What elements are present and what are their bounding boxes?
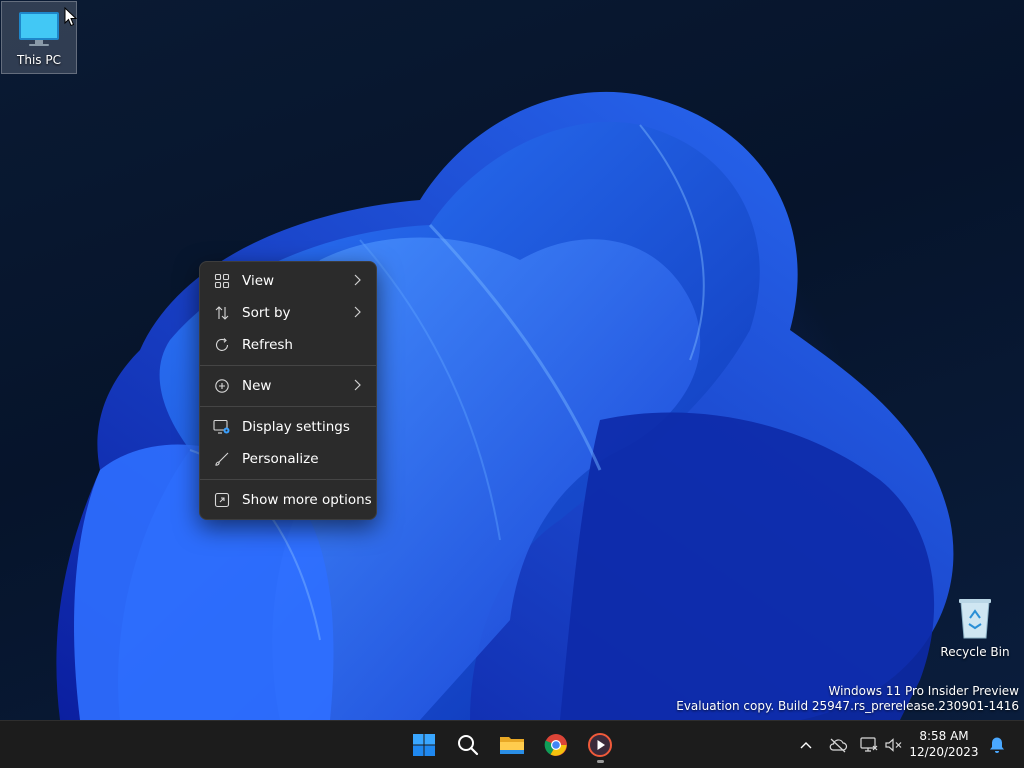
evaluation-watermark: Windows 11 Pro Insider Preview Evaluatio… — [676, 684, 1019, 714]
monitor-icon — [19, 12, 59, 46]
menu-item-personalize[interactable]: Personalize — [204, 443, 372, 475]
menu-item-label: Sort by — [242, 305, 291, 321]
taskbar-file-explorer-button[interactable] — [492, 721, 532, 768]
desktop-icon-label: Recycle Bin — [940, 645, 1010, 659]
menu-item-label: Refresh — [242, 337, 293, 353]
menu-item-refresh[interactable]: Refresh — [204, 329, 372, 361]
taskbar-start-button[interactable] — [404, 721, 444, 768]
clock-time: 8:58 AM — [919, 729, 969, 743]
onedrive-offline-icon — [829, 738, 848, 753]
desktop-context-menu: View Sort by Refresh New Display setting… — [199, 261, 377, 520]
display-settings-icon — [213, 418, 231, 436]
menu-item-label: Display settings — [242, 419, 350, 435]
menu-item-new[interactable]: New — [204, 370, 372, 402]
watermark-line-build: Evaluation copy. Build 25947.rs_prerelea… — [676, 699, 1019, 713]
taskbar-clock[interactable]: 8:58 AM 12/20/2023 — [908, 728, 980, 760]
desktop-icon-recycle-bin[interactable]: Recycle Bin — [937, 596, 1013, 659]
chevron-up-icon — [800, 742, 812, 749]
menu-separator — [200, 406, 376, 407]
recycle-bin-icon — [959, 599, 991, 639]
taskbar: 8:58 AM 12/20/2023 — [0, 720, 1024, 768]
desktop[interactable]: This PC Recycle Bin Windows 11 Pro Insid… — [0, 0, 1024, 720]
taskbar-chrome-button[interactable] — [536, 721, 576, 768]
volume-muted-icon — [885, 738, 902, 752]
refresh-icon — [213, 336, 231, 354]
search-icon — [458, 734, 479, 755]
desktop-icon-label: This PC — [17, 53, 61, 67]
plus-circle-icon — [213, 377, 231, 395]
menu-item-sort-by[interactable]: Sort by — [204, 297, 372, 329]
menu-item-view[interactable]: View — [204, 265, 372, 297]
expand-window-icon — [213, 491, 231, 509]
notification-center-button[interactable] — [987, 735, 1007, 755]
tray-onedrive-button[interactable] — [828, 735, 848, 755]
taskbar-search-button[interactable] — [448, 721, 488, 768]
chevron-right-icon — [352, 305, 362, 323]
menu-item-label: View — [242, 273, 275, 289]
tray-network-button[interactable] — [859, 735, 879, 755]
chevron-right-icon — [352, 378, 362, 396]
network-icon — [860, 737, 878, 752]
menu-separator — [200, 479, 376, 480]
wallpaper-bloom — [56, 91, 954, 720]
folder-icon — [500, 736, 524, 754]
menu-item-label: New — [242, 378, 272, 394]
grid-view-icon — [213, 272, 231, 290]
chevron-right-icon — [352, 273, 362, 291]
menu-item-label: Personalize — [242, 451, 319, 467]
mouse-cursor-icon — [64, 7, 78, 27]
menu-separator — [200, 365, 376, 366]
brush-icon — [213, 450, 231, 468]
tray-volume-button[interactable] — [884, 735, 904, 755]
sort-arrows-icon — [213, 304, 231, 322]
bell-icon — [990, 737, 1004, 753]
running-indicator — [597, 760, 604, 763]
media-player-icon — [588, 732, 612, 757]
watermark-line-edition: Windows 11 Pro Insider Preview — [828, 684, 1019, 698]
menu-item-show-more-options[interactable]: Show more options — [204, 484, 372, 516]
clock-date: 12/20/2023 — [909, 745, 979, 759]
chrome-icon — [544, 733, 567, 756]
menu-item-label: Show more options — [242, 492, 372, 508]
tray-overflow-button[interactable] — [796, 735, 816, 755]
windows-logo-icon — [413, 733, 435, 756]
menu-item-display-settings[interactable]: Display settings — [204, 411, 372, 443]
